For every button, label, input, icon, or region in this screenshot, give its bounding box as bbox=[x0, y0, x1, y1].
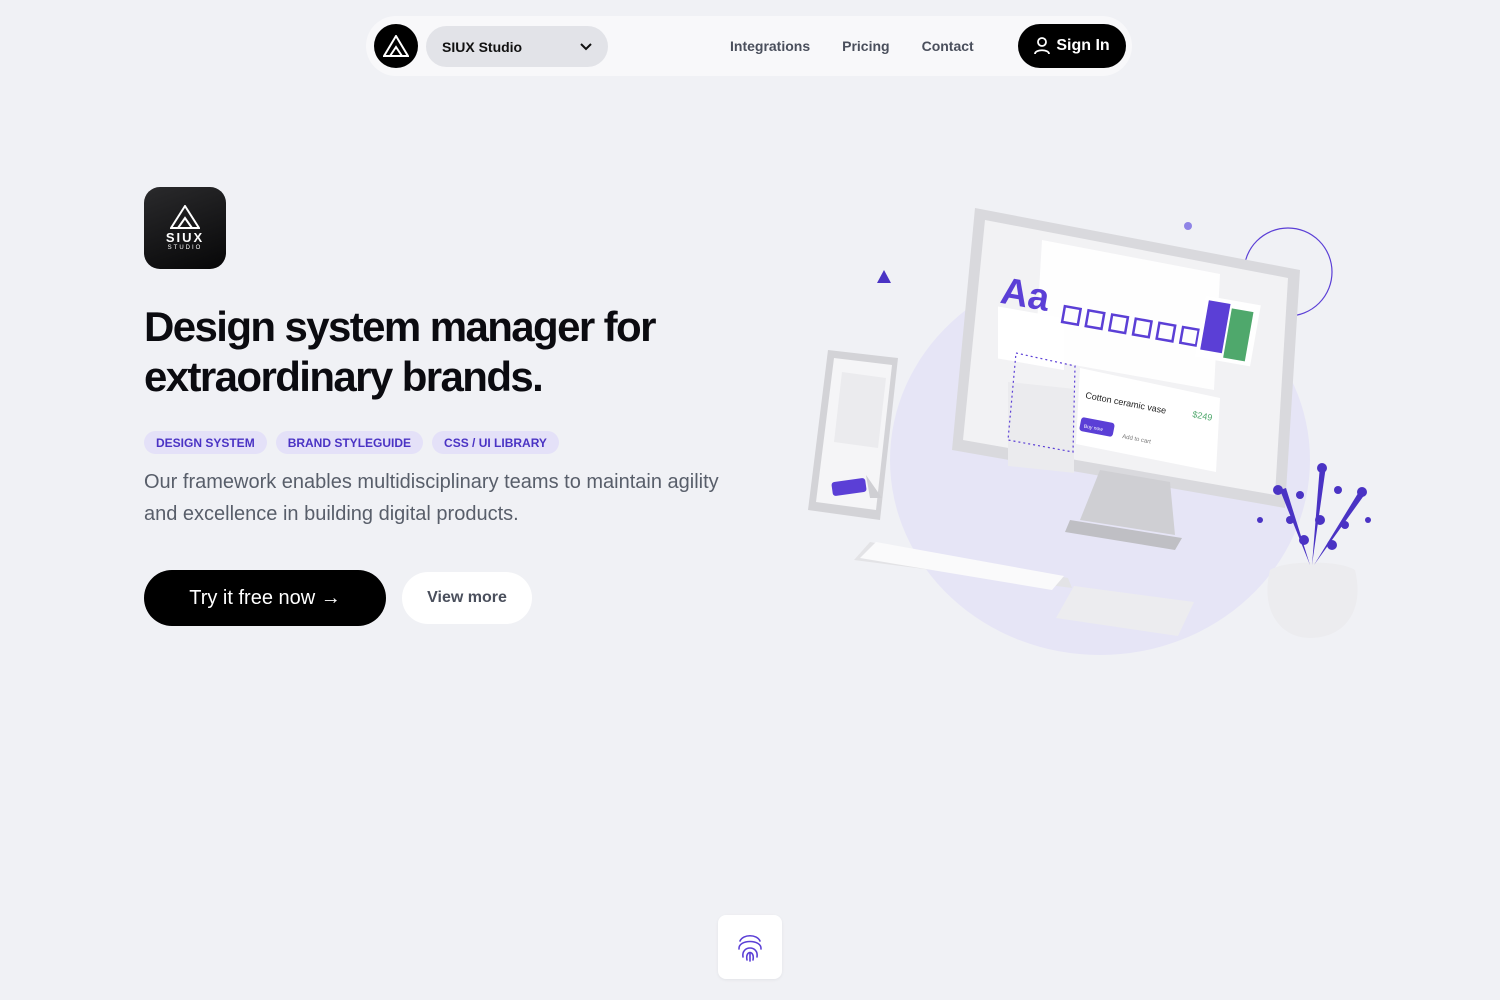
sign-in-button[interactable]: Sign In bbox=[1018, 24, 1126, 68]
nav-link-pricing[interactable]: Pricing bbox=[842, 38, 889, 54]
nav-link-integrations[interactable]: Integrations bbox=[730, 38, 810, 54]
chevron-down-icon bbox=[580, 42, 592, 50]
hero-description: Our framework enables multidisciplinary … bbox=[144, 471, 719, 525]
workspace-select-label: SIUX Studio bbox=[442, 38, 523, 55]
app-icon-sub: STUDIO bbox=[167, 244, 203, 251]
hero-illustration: Aa Cotton ceramic vase $249 Buy now Add … bbox=[808, 208, 1371, 655]
tag-list: DESIGN SYSTEM BRAND STYLEGUIDE CSS / UI … bbox=[144, 431, 568, 454]
top-nav: SIUX Studio Integrations Pricing Contact… bbox=[366, 16, 1132, 76]
nav-link-contact[interactable]: Contact bbox=[922, 38, 974, 54]
siux-logo-icon[interactable] bbox=[374, 24, 418, 68]
fingerprint-icon bbox=[738, 934, 762, 962]
sign-in-label: Sign In bbox=[1056, 37, 1110, 54]
tag-css-ui-library: CSS / UI LIBRARY bbox=[432, 431, 559, 454]
workspace-select[interactable]: SIUX Studio bbox=[426, 26, 608, 67]
view-more-button[interactable]: View more bbox=[402, 572, 532, 624]
app-icon-word: SIUX bbox=[165, 229, 205, 245]
user-icon bbox=[1034, 37, 1051, 55]
tag-design-system: DESIGN SYSTEM bbox=[144, 431, 267, 454]
nav-links: Integrations Pricing Contact bbox=[730, 16, 1006, 76]
tag-brand-styleguide: BRAND STYLEGUIDE bbox=[275, 431, 424, 454]
typeface-sample: Aa bbox=[998, 270, 1054, 320]
siux-app-icon: SIUX STUDIO bbox=[144, 187, 226, 269]
try-free-button[interactable]: Try it free now → bbox=[144, 570, 386, 626]
hero-headline: Design system manager for extraordinary … bbox=[144, 303, 656, 400]
mountain-logo-icon bbox=[170, 204, 200, 229]
fingerprint-button[interactable] bbox=[718, 915, 782, 979]
phone-graphic bbox=[808, 350, 898, 520]
